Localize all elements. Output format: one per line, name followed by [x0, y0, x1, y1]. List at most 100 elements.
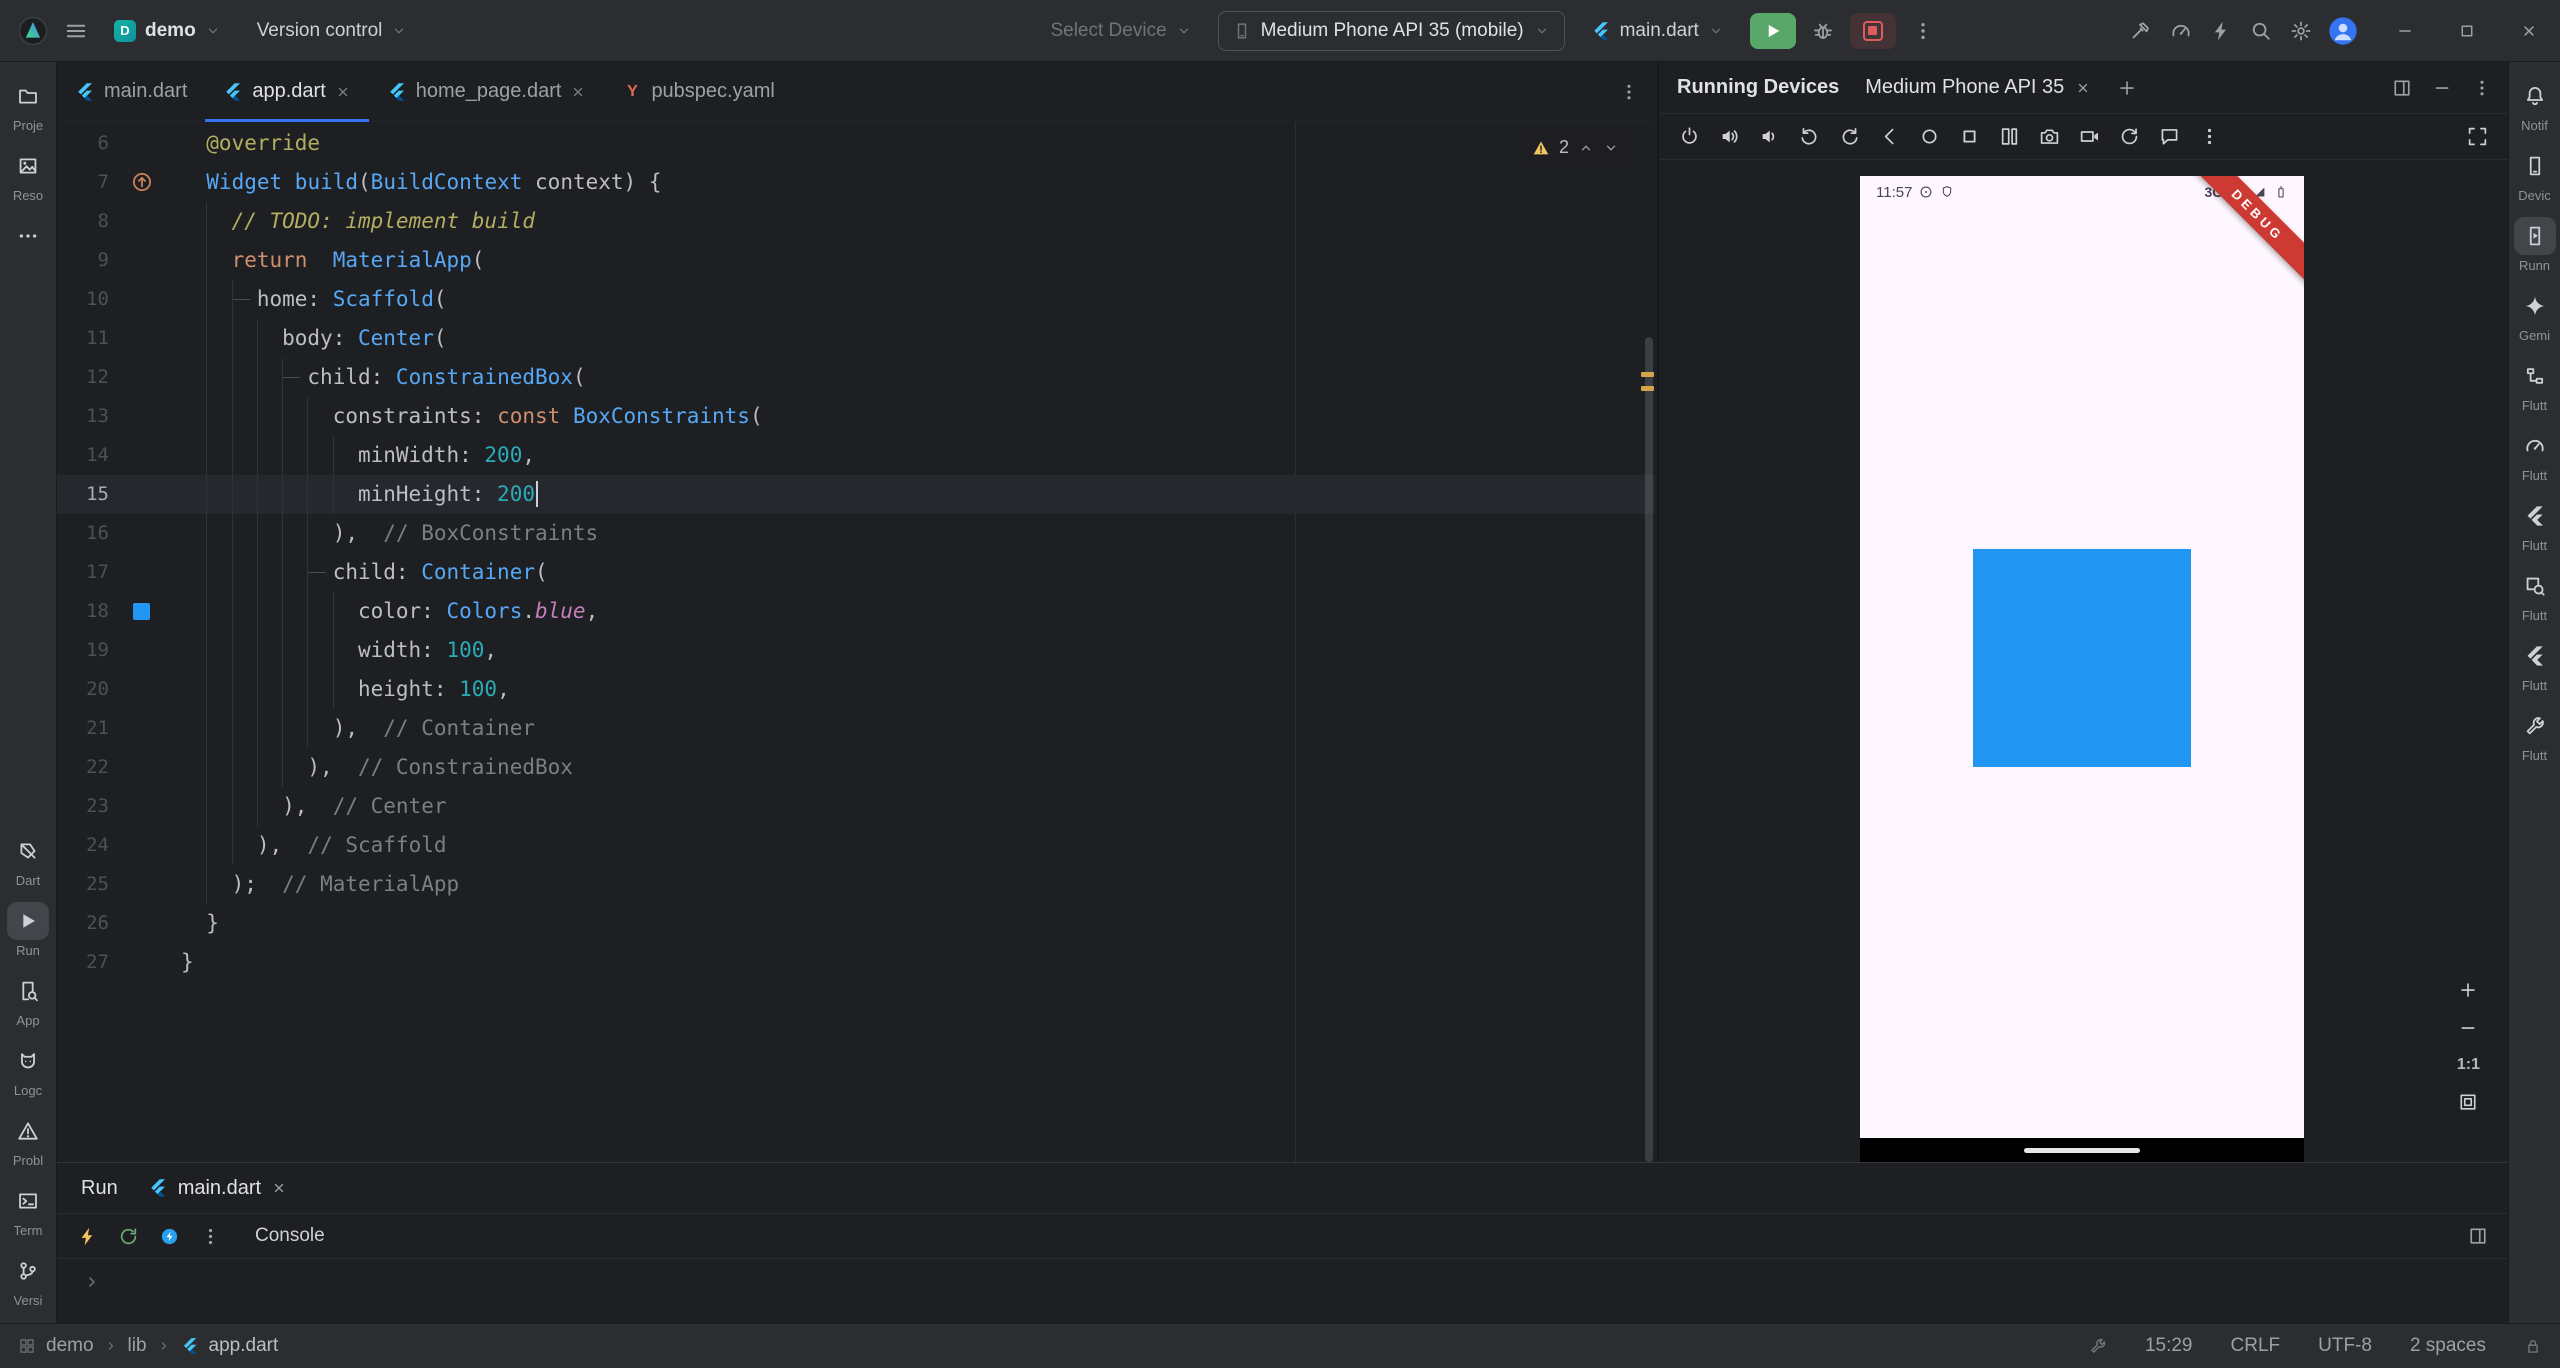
- flutter-hot-restart-icon[interactable]: [118, 1226, 139, 1247]
- nav-overview-icon[interactable]: [1959, 126, 1980, 147]
- code-line-22[interactable]: 22), // ConstrainedBox: [57, 748, 1655, 787]
- analysis-icon[interactable]: [2089, 1337, 2107, 1355]
- more-run-actions-icon[interactable]: [1912, 20, 1934, 42]
- code-line-27[interactable]: 27}: [57, 943, 1655, 982]
- code-line-10[interactable]: 10 home: Scaffold(: [57, 280, 1655, 319]
- screen-record-icon[interactable]: [2079, 126, 2100, 147]
- device-selector[interactable]: Medium Phone API 35 (mobile): [1217, 10, 1565, 51]
- tool-stripe-flutter-inspector[interactable]: Flutt: [2509, 497, 2560, 553]
- close-tab-icon[interactable]: [570, 84, 586, 100]
- breadcrumb-folder[interactable]: lib: [128, 1335, 147, 1357]
- code-line-24[interactable]: 24), // Scaffold: [57, 826, 1655, 865]
- zoom-out-icon[interactable]: [2458, 1018, 2478, 1038]
- user-avatar[interactable]: [2328, 16, 2358, 46]
- profiler-icon[interactable]: [2170, 20, 2192, 42]
- minimize-button[interactable]: [2374, 0, 2436, 61]
- editor-tab-home_page.dart[interactable]: home_page.dart: [369, 62, 605, 121]
- more-options-icon[interactable]: [2472, 78, 2492, 98]
- nav-handle[interactable]: [2024, 1147, 2140, 1153]
- screenshot-icon[interactable]: [2039, 126, 2060, 147]
- code-line-8[interactable]: 8 // TODO: implement build: [57, 202, 1655, 241]
- fit-screen-icon[interactable]: [2467, 126, 2488, 147]
- nav-home-icon[interactable]: [1919, 126, 1940, 147]
- code-line-25[interactable]: 25); // MaterialApp: [57, 865, 1655, 904]
- hide-icon[interactable]: [2432, 78, 2452, 98]
- breadcrumb-file[interactable]: app.dart: [209, 1335, 279, 1357]
- code-line-21[interactable]: 21), // Container: [57, 709, 1655, 748]
- build-icon[interactable]: [2130, 20, 2152, 42]
- indent-style[interactable]: 2 spaces: [2410, 1335, 2486, 1357]
- nav-back-icon[interactable]: [1879, 126, 1900, 147]
- device-screen[interactable]: 11:57 3G ▲▼ DEBUG: [1860, 176, 2304, 1162]
- code-line-14[interactable]: 14 minWidth: 200,: [57, 436, 1655, 475]
- warning-stripe-mark[interactable]: [1641, 372, 1654, 377]
- gutter[interactable]: [109, 592, 175, 631]
- volume-down-icon[interactable]: [1759, 126, 1780, 147]
- search-everywhere-icon[interactable]: [2250, 20, 2272, 42]
- window-layout-icon[interactable]: [2392, 78, 2412, 98]
- select-device-dropdown[interactable]: Select Device: [1040, 11, 1201, 51]
- tool-stripe-terminal[interactable]: Term: [0, 1182, 56, 1238]
- color-preview-swatch[interactable]: [133, 603, 150, 620]
- tab-options-icon[interactable]: [1619, 82, 1639, 102]
- rotate-right-icon[interactable]: [1839, 126, 1860, 147]
- code-line-15[interactable]: 15 minHeight: 200: [57, 475, 1655, 514]
- tool-stripe-gemini[interactable]: Gemi: [2509, 287, 2560, 343]
- editor-tab-main.dart[interactable]: main.dart: [57, 62, 205, 121]
- zoom-ratio-button[interactable]: 1:1: [2457, 1056, 2480, 1074]
- layout-settings-icon[interactable]: [2468, 1226, 2488, 1246]
- debug-button[interactable]: [1812, 20, 1834, 42]
- readonly-lock-icon[interactable]: [2524, 1337, 2542, 1355]
- tool-stripe-resource-manager[interactable]: Reso: [0, 147, 56, 203]
- caret-position[interactable]: 15:29: [2145, 1335, 2193, 1357]
- tool-stripe-flutter-performance[interactable]: Flutt: [2509, 427, 2560, 483]
- tool-stripe-app-inspection[interactable]: App: [0, 972, 56, 1028]
- code-line-9[interactable]: 9 return MaterialApp(: [57, 241, 1655, 280]
- tool-stripe-problems[interactable]: Probl: [0, 1112, 56, 1168]
- device-tab[interactable]: Medium Phone API 35: [1859, 62, 2097, 113]
- fold-device-icon[interactable]: [1999, 126, 2020, 147]
- code-line-19[interactable]: 19 width: 100,: [57, 631, 1655, 670]
- tool-stripe-device-manager[interactable]: Devic: [2509, 147, 2560, 203]
- file-encoding[interactable]: UTF-8: [2318, 1335, 2372, 1357]
- tool-stripe-flutter-attach[interactable]: Flutt: [2509, 637, 2560, 693]
- zoom-in-icon[interactable]: [2458, 980, 2478, 1000]
- next-problem-icon[interactable]: [1603, 140, 1619, 156]
- tool-stripe-flutter-settings[interactable]: Flutt: [2509, 707, 2560, 763]
- editor-tab-pubspec.yaml[interactable]: Ypubspec.yaml: [604, 62, 792, 121]
- more-options-icon[interactable]: [2199, 126, 2220, 147]
- run-button[interactable]: [1749, 12, 1796, 49]
- version-control-menu[interactable]: Version control: [247, 11, 418, 51]
- tool-stripe-logcat[interactable]: Logc: [0, 1042, 56, 1098]
- breadcrumb-project[interactable]: demo: [46, 1335, 94, 1357]
- stop-button[interactable]: [1849, 12, 1896, 49]
- inspections-widget[interactable]: 2: [1525, 134, 1625, 161]
- power-icon[interactable]: [1679, 126, 1700, 147]
- previous-problem-icon[interactable]: [1578, 140, 1594, 156]
- tool-stripe-flutter-deep-links[interactable]: Flutt: [2509, 567, 2560, 623]
- more-options-icon[interactable]: [200, 1226, 221, 1247]
- tool-stripe-project[interactable]: Proje: [0, 77, 56, 133]
- close-tab-icon[interactable]: [335, 84, 351, 100]
- warning-stripe-mark[interactable]: [1641, 386, 1654, 391]
- maximize-button[interactable]: [2436, 0, 2498, 61]
- expand-output-icon[interactable]: [83, 1273, 101, 1291]
- snapshots-icon[interactable]: [2119, 126, 2140, 147]
- rotate-left-icon[interactable]: [1799, 126, 1820, 147]
- tool-stripe-dart-analysis[interactable]: Dart: [0, 832, 56, 888]
- tool-stripe-flutter-outline[interactable]: Flutt: [2509, 357, 2560, 413]
- code-line-18[interactable]: 18 color: Colors.blue,: [57, 592, 1655, 631]
- feedback-icon[interactable]: [2159, 126, 2180, 147]
- zoom-fit-icon[interactable]: [2458, 1092, 2478, 1112]
- editor-body[interactable]: 6 @override 7 Widget build(BuildContext con…: [57, 122, 1655, 1162]
- run-tab[interactable]: main.dart: [148, 1177, 287, 1200]
- gutter[interactable]: [109, 163, 175, 202]
- code-line-17[interactable]: 17 child: Container(: [57, 553, 1655, 592]
- tool-stripe-run[interactable]: Run: [0, 902, 56, 958]
- tool-stripe-running-devices[interactable]: Runn: [2509, 217, 2560, 273]
- main-menu-icon[interactable]: [64, 19, 88, 43]
- add-device-tab-icon[interactable]: [2117, 78, 2137, 98]
- line-separator[interactable]: CRLF: [2231, 1335, 2281, 1357]
- project-selector[interactable]: D demo: [104, 11, 231, 51]
- quick-launch-icon[interactable]: [2210, 20, 2232, 42]
